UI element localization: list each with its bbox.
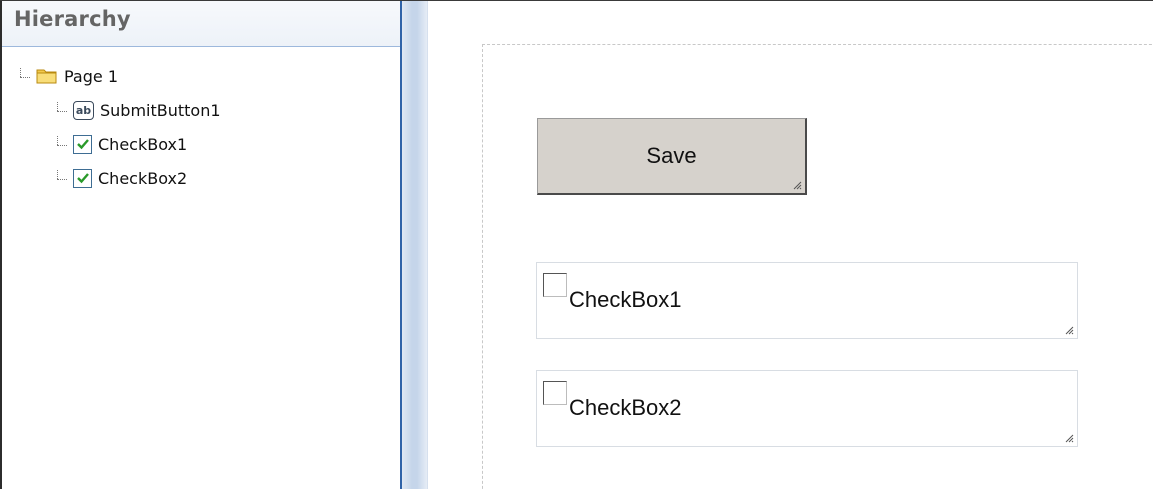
tree-item-label: Page 1 — [64, 66, 118, 86]
form-designer: Hierarchy Page 1 ab SubmitButton1 CheckB… — [0, 0, 1153, 489]
hierarchy-panel: Hierarchy Page 1 ab SubmitButton1 CheckB… — [0, 1, 402, 489]
hierarchy-tree: Page 1 ab SubmitButton1 CheckBox1 CheckB… — [2, 47, 400, 195]
checkbox1-control[interactable]: CheckBox1 — [536, 262, 1078, 339]
tree-item-checkbox2[interactable]: CheckBox2 — [2, 161, 400, 195]
checkbox-checked-icon — [73, 168, 92, 188]
checkbox-checked-icon — [73, 134, 92, 154]
hierarchy-title: Hierarchy — [14, 7, 131, 31]
design-canvas: Save CheckBox1 CheckBox2 — [428, 1, 1153, 489]
tree-item-checkbox1[interactable]: CheckBox1 — [2, 127, 400, 161]
tree-item-submitbutton1[interactable]: ab SubmitButton1 — [2, 93, 400, 127]
checkbox1-label: CheckBox1 — [569, 287, 682, 312]
resize-grip-icon[interactable] — [1064, 433, 1074, 443]
checkbox2-label: CheckBox2 — [569, 395, 682, 420]
resize-grip-icon[interactable] — [1064, 325, 1074, 335]
text-button-icon: ab — [73, 100, 94, 120]
save-button-label: Save — [646, 143, 697, 168]
tree-connector — [55, 170, 69, 186]
resize-grip-icon[interactable] — [792, 180, 802, 190]
tree-connector — [18, 68, 32, 84]
tree-item-label: CheckBox1 — [98, 134, 188, 154]
checkbox1-box[interactable] — [543, 273, 567, 297]
tree-connector — [55, 102, 69, 118]
tree-connector — [55, 136, 69, 152]
save-button[interactable]: Save — [537, 118, 807, 195]
tree-item-label: SubmitButton1 — [100, 100, 221, 120]
tree-item-label: CheckBox2 — [98, 168, 188, 188]
checkbox2-control[interactable]: CheckBox2 — [536, 370, 1078, 447]
tree-item-page-1[interactable]: Page 1 — [2, 59, 400, 93]
checkbox2-box[interactable] — [543, 381, 567, 405]
panel-splitter[interactable] — [402, 1, 428, 489]
hierarchy-header: Hierarchy — [2, 1, 400, 47]
folder-icon — [36, 67, 58, 85]
